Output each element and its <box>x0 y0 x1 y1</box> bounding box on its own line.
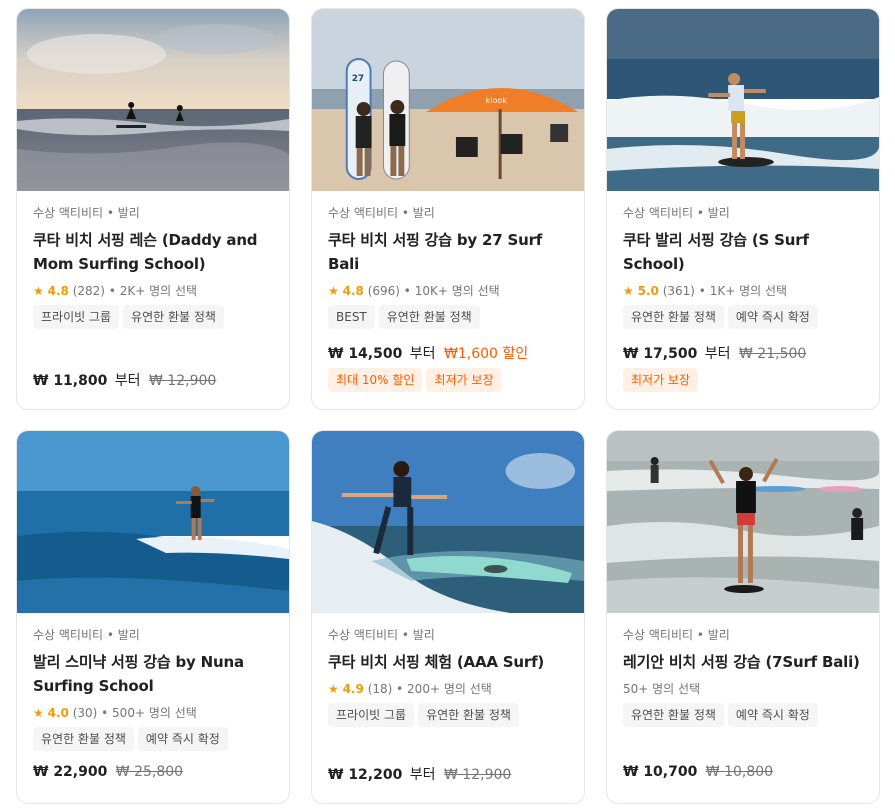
promo-badge: 최저가 보장 <box>426 368 502 392</box>
card-rating: ★ 4.8 (696) • 10K+ 명의 선택 <box>328 282 568 300</box>
umbrella-logo: klook <box>486 96 508 105</box>
activity-card[interactable]: 27 klook 수상 액티비티 • 발리 쿠타 비치 서핑 강습 by 27 … <box>311 8 585 410</box>
original-price: ₩ 21,500 <box>739 346 807 362</box>
price-from-label: 부터 <box>409 346 436 362</box>
card-category: 수상 액티비티 • 발리 <box>328 206 435 220</box>
promo-badge: 최대 10% 할인 <box>328 368 423 392</box>
discount-amount: ₩1,600 할인 <box>444 346 529 362</box>
activity-grid: 수상 액티비티 • 발리 쿠타 비치 서핑 레슨 (Daddy and Mom … <box>0 0 895 811</box>
rating-score: 4.8 <box>47 284 69 298</box>
review-count: (282) <box>72 284 105 298</box>
card-image-sunset-surf <box>17 9 289 191</box>
booked-count: 50+ 명의 선택 <box>623 682 701 696</box>
price-from-label: 부터 <box>704 346 731 362</box>
booked-count: • 200+ 명의 선택 <box>396 682 492 696</box>
original-price: ₩ 12,900 <box>149 373 217 389</box>
card-image-beach-umbrella: 27 klook <box>312 9 584 191</box>
activity-card[interactable]: 수상 액티비티 • 발리 레기안 비치 서핑 강습 (7Surf Bali) 5… <box>606 430 880 804</box>
price-row: ₩ 10,700 ₩ 10,800 <box>623 764 773 780</box>
card-category: 수상 액티비티 • 발리 <box>33 628 140 642</box>
card-title[interactable]: 쿠타 비치 서핑 레슨 (Daddy and Mom Surfing Schoo… <box>33 228 273 276</box>
tag: 유연한 환불 정책 <box>623 703 724 727</box>
star-icon: ★ <box>33 706 44 720</box>
price-from-label: 부터 <box>409 767 436 783</box>
tag: 유연한 환불 정책 <box>623 305 724 329</box>
review-count: (361) <box>662 284 695 298</box>
card-category: 수상 액티비티 • 발리 <box>328 628 435 642</box>
tag: 프라이빗 그룹 <box>33 305 120 329</box>
price: ₩ 12,200 <box>328 767 403 783</box>
tag: 예약 즉시 확정 <box>137 727 228 751</box>
card-rating: ★ 4.0 (30) • 500+ 명의 선택 <box>33 704 273 722</box>
rating-score: 4.0 <box>47 706 69 720</box>
card-rating: ★ 4.8 (282) • 2K+ 명의 선택 <box>33 282 273 300</box>
price: ₩ 14,500 <box>328 346 403 362</box>
card-category: 수상 액티비티 • 발리 <box>33 206 140 220</box>
card-title[interactable]: 쿠타 비치 서핑 체험 (AAA Surf) <box>328 650 568 674</box>
booked-count: • 2K+ 명의 선택 <box>108 284 198 298</box>
price-from-label: 부터 <box>114 373 141 389</box>
original-price: ₩ 10,800 <box>705 764 774 780</box>
board-number: 27 <box>352 74 364 84</box>
card-tags: 유연한 환불 정책 예약 즉시 확정 <box>623 305 863 329</box>
activity-card[interactable]: 수상 액티비티 • 발리 쿠타 발리 서핑 강습 (S Surf School)… <box>606 8 880 410</box>
activity-card[interactable]: 수상 액티비티 • 발리 쿠타 비치 서핑 레슨 (Daddy and Mom … <box>16 8 290 410</box>
card-tags: 프라이빗 그룹 유연한 환불 정책 <box>328 703 568 727</box>
star-icon: ★ <box>328 682 339 696</box>
card-rating: ★ 4.9 (18) • 200+ 명의 선택 <box>328 680 568 698</box>
promo-row: 최대 10% 할인 최저가 보장 <box>328 368 505 392</box>
price: ₩ 11,800 <box>33 373 108 389</box>
card-title[interactable]: 발리 스미냑 서핑 강습 by Nuna Surfing School <box>33 650 273 698</box>
tag: 유연한 환불 정책 <box>378 305 480 329</box>
price: ₩ 17,500 <box>623 346 698 362</box>
price-row: ₩ 17,500 부터 ₩ 21,500 <box>623 343 806 363</box>
rating-score: 5.0 <box>637 284 659 298</box>
price-row: ₩ 12,200 부터 ₩ 12,900 <box>328 764 511 784</box>
card-title[interactable]: 쿠타 발리 서핑 강습 (S Surf School) <box>623 228 863 276</box>
tag: 프라이빗 그룹 <box>328 703 415 727</box>
card-rating: ★ 5.0 (361) • 1K+ 명의 선택 <box>623 282 863 300</box>
tag: 예약 즉시 확정 <box>727 305 818 329</box>
card-tags: 프라이빗 그룹 유연한 환불 정책 <box>33 305 273 329</box>
card-tags: BEST 유연한 환불 정책 <box>328 305 568 329</box>
activity-card[interactable]: 수상 액티비티 • 발리 쿠타 비치 서핑 체험 (AAA Surf) ★ 4.… <box>311 430 585 804</box>
card-image-blue-ocean-surfer <box>17 431 289 613</box>
tag: 유연한 환불 정책 <box>418 703 519 727</box>
promo-row: 최저가 보장 <box>623 368 702 392</box>
activity-card[interactable]: 수상 액티비티 • 발리 발리 스미냑 서핑 강습 by Nuna Surfin… <box>16 430 290 804</box>
price-row: ₩ 22,900 ₩ 25,800 <box>33 764 183 780</box>
card-category: 수상 액티비티 • 발리 <box>623 628 730 642</box>
star-icon: ★ <box>623 284 634 298</box>
tag: 유연한 환불 정책 <box>123 305 224 329</box>
card-rating: 50+ 명의 선택 <box>623 680 863 698</box>
promo-badge: 최저가 보장 <box>623 368 699 392</box>
tag: 예약 즉시 확정 <box>727 703 818 727</box>
original-price: ₩ 12,900 <box>444 767 512 783</box>
star-icon: ★ <box>328 284 339 298</box>
star-icon: ★ <box>33 284 44 298</box>
card-image-surfer-wave <box>607 9 879 191</box>
price-row: ₩ 14,500 부터 ₩1,600 할인 <box>328 343 528 363</box>
booked-count: • 1K+ 명의 선택 <box>698 284 788 298</box>
review-count: (696) <box>367 284 400 298</box>
booked-count: • 10K+ 명의 선택 <box>403 284 500 298</box>
card-image-surfer-celebrating <box>607 431 879 613</box>
card-title[interactable]: 레기안 비치 서핑 강습 (7Surf Bali) <box>623 650 863 674</box>
card-tags: 유연한 환불 정책 예약 즉시 확정 <box>33 727 273 751</box>
tag: 유연한 환불 정책 <box>33 727 134 751</box>
booked-count: • 500+ 명의 선택 <box>101 706 197 720</box>
card-image-surf-lesson-board <box>312 431 584 613</box>
rating-score: 4.8 <box>342 284 364 298</box>
price-row: ₩ 11,800 부터 ₩ 12,900 <box>33 370 216 390</box>
rating-score: 4.9 <box>342 682 364 696</box>
card-tags: 유연한 환불 정책 예약 즉시 확정 <box>623 703 863 727</box>
card-category: 수상 액티비티 • 발리 <box>623 206 730 220</box>
review-count: (30) <box>72 706 98 720</box>
original-price: ₩ 25,800 <box>115 764 184 780</box>
price: ₩ 22,900 <box>33 764 108 780</box>
card-title[interactable]: 쿠타 비치 서핑 강습 by 27 Surf Bali <box>328 228 568 276</box>
tag-best: BEST <box>328 305 375 329</box>
review-count: (18) <box>367 682 393 696</box>
price: ₩ 10,700 <box>623 764 698 780</box>
